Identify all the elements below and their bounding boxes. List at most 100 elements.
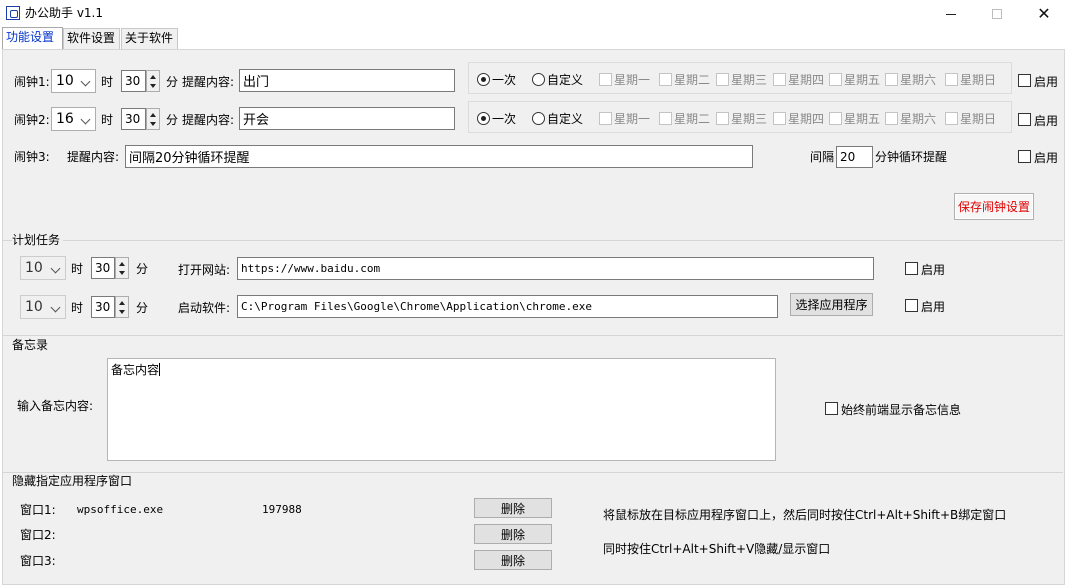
alarm2-sat-label: 星期六	[900, 112, 937, 126]
alarm1-minute-unit: 分	[166, 75, 179, 89]
task1-hour-select[interactable]: 10	[20, 256, 66, 280]
alarm1-tue-label: 星期二	[674, 73, 711, 87]
alarm2-mon-checkbox[interactable]	[599, 112, 612, 125]
alarm2-enable-checkbox[interactable]	[1018, 113, 1031, 126]
task2-minute-unit: 分	[136, 301, 149, 315]
alarm1-fri-checkbox[interactable]	[829, 73, 842, 86]
alarm1-sat-label: 星期六	[900, 73, 937, 87]
alarm2-once-radio[interactable]	[477, 112, 490, 125]
select-program-button[interactable]: 选择应用程序	[790, 293, 873, 316]
task2-enable-checkbox[interactable]	[905, 299, 918, 312]
task1-action-label: 打开网站:	[178, 263, 231, 277]
alarm1-thu-checkbox[interactable]	[773, 73, 786, 86]
alarm2-thu-checkbox[interactable]	[773, 112, 786, 125]
window1-delete-button[interactable]: 删除	[474, 498, 552, 518]
alarm2-enable-label: 启用	[1034, 114, 1059, 128]
alarm2-tue-checkbox[interactable]	[659, 112, 672, 125]
alarm1-hour-value: 10	[56, 73, 74, 89]
alarm1-sun-label: 星期日	[960, 73, 997, 87]
minimize-icon	[946, 13, 956, 15]
tab-software-settings[interactable]: 软件设置	[63, 28, 120, 49]
alarm1-custom-radio[interactable]	[532, 73, 545, 86]
app-icon	[6, 6, 20, 20]
website-url-input[interactable]: https://www.baidu.com	[237, 257, 874, 280]
task1-enable-label: 启用	[921, 263, 946, 277]
alarm2-content-label: 提醒内容:	[182, 113, 235, 127]
alarm1-mon-checkbox[interactable]	[599, 73, 612, 86]
always-on-top-checkbox[interactable]	[825, 402, 838, 415]
spin-up-icon	[119, 262, 125, 266]
alarm2-content-input[interactable]: 开会	[239, 107, 455, 130]
alarm1-enable-label: 启用	[1034, 75, 1059, 89]
close-button[interactable]: ✕	[1021, 0, 1067, 28]
alarm1-tue-checkbox[interactable]	[659, 73, 672, 86]
task1-minute-spinner[interactable]	[115, 257, 129, 279]
window2-delete-button[interactable]: 删除	[474, 524, 552, 544]
alarm3-interval-suffix: 分钟循环提醒	[875, 150, 948, 164]
alarm2-minute-spinner[interactable]	[146, 108, 160, 130]
alarm1-sat-checkbox[interactable]	[885, 73, 898, 86]
window1-label: 窗口1:	[20, 503, 56, 517]
spin-down-icon	[119, 271, 125, 275]
always-on-top-label: 始终前端显示备忘信息	[841, 403, 962, 417]
task1-hour-value: 10	[25, 260, 43, 276]
alarm2-hour-select[interactable]: 16	[51, 107, 96, 131]
alarm1-content-input[interactable]: 出门	[239, 69, 455, 92]
alarm2-thu-label: 星期四	[788, 112, 825, 126]
alarm1-fri-label: 星期五	[844, 73, 881, 87]
alarm2-minute-input[interactable]: 30	[121, 108, 146, 130]
chevron-down-icon	[50, 263, 61, 274]
task2-enable-label: 启用	[921, 300, 946, 314]
alarm3-content-label: 提醒内容:	[67, 150, 120, 164]
alarm1-wed-checkbox[interactable]	[716, 73, 729, 86]
save-alarm-settings-button[interactable]: 保存闹钟设置	[954, 193, 1034, 220]
window3-delete-button[interactable]: 删除	[474, 550, 552, 570]
task1-enable-checkbox[interactable]	[905, 262, 918, 275]
alarm2-mon-label: 星期一	[614, 112, 651, 126]
minimize-button[interactable]	[928, 0, 974, 28]
maximize-button[interactable]	[974, 0, 1020, 28]
task2-hour-select[interactable]: 10	[20, 295, 66, 319]
schedule-title: 计划任务	[12, 233, 64, 247]
close-icon: ✕	[1037, 4, 1051, 23]
task2-minute-spinner[interactable]	[115, 296, 129, 318]
alarm1-once-radio[interactable]	[477, 73, 490, 86]
title-bar[interactable]	[0, 0, 1067, 28]
alarm1-custom-label: 自定义	[547, 73, 584, 87]
schedule-divider	[3, 240, 1063, 241]
tab-about[interactable]: 关于软件	[121, 28, 178, 49]
alarm2-custom-radio[interactable]	[532, 112, 545, 125]
alarm2-custom-label: 自定义	[547, 112, 584, 126]
alarm3-enable-checkbox[interactable]	[1018, 150, 1031, 163]
alarm2-once-label: 一次	[492, 112, 517, 126]
alarm1-enable-checkbox[interactable]	[1018, 74, 1031, 87]
task2-action-label: 启动软件:	[178, 301, 231, 315]
window1-handle: 197988	[262, 503, 302, 516]
alarm2-label: 闹钟2:	[14, 113, 50, 127]
alarm1-minute-spinner[interactable]	[146, 70, 160, 92]
hide-divider	[3, 472, 1063, 473]
alarm3-interval-input[interactable]: 20	[836, 146, 873, 168]
task1-minute-input[interactable]: 30	[91, 257, 115, 279]
alarm3-label: 闹钟3:	[14, 150, 50, 164]
task2-minute-input[interactable]: 30	[91, 296, 115, 318]
alarm1-minute-input[interactable]: 30	[121, 70, 146, 92]
alarm1-sun-checkbox[interactable]	[945, 73, 958, 86]
alarm3-interval-label: 间隔	[810, 150, 835, 164]
toggle-hotkey-hint: 同时按住Ctrl+Alt+Shift+V隐藏/显示窗口	[603, 542, 831, 556]
spin-up-icon	[150, 113, 156, 117]
alarm2-fri-label: 星期五	[844, 112, 881, 126]
tab-function-settings[interactable]: 功能设置	[2, 27, 63, 49]
alarm2-sun-checkbox[interactable]	[945, 112, 958, 125]
alarm2-sat-checkbox[interactable]	[885, 112, 898, 125]
alarm2-fri-checkbox[interactable]	[829, 112, 842, 125]
alarm1-label: 闹钟1:	[14, 75, 50, 89]
alarm1-hour-select[interactable]: 10	[51, 69, 96, 93]
memo-textarea[interactable]: 备忘内容	[107, 358, 776, 461]
program-path-input[interactable]: C:\Program Files\Google\Chrome\Applicati…	[237, 295, 778, 318]
alarm2-wed-checkbox[interactable]	[716, 112, 729, 125]
window3-label: 窗口3:	[20, 554, 56, 568]
alarm3-content-input[interactable]: 间隔20分钟循环提醒	[125, 145, 753, 168]
memo-input-label: 输入备忘内容:	[17, 399, 94, 413]
maximize-icon	[992, 9, 1002, 19]
